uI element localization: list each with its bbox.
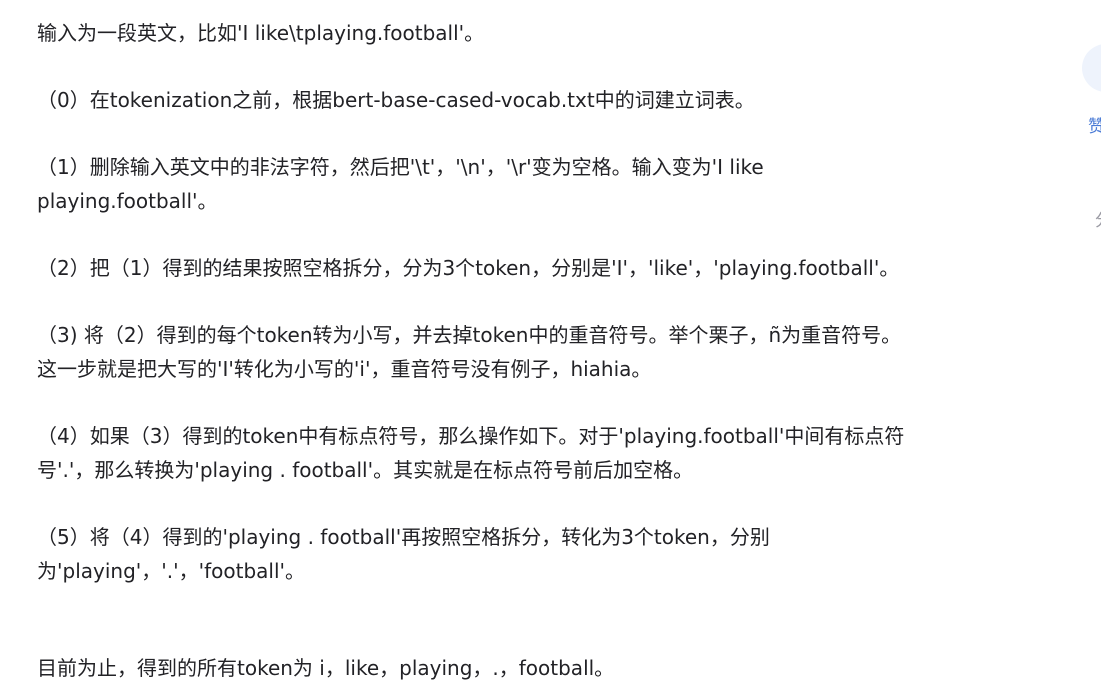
text-line: （1）删除输入英文中的非法字符，然后把'\t'，'\n'，'\r'变为空格。输入… xyxy=(37,155,764,179)
text-line: （2）把（1）得到的结果按照空格拆分，分为3个token，分别是'I'，'lik… xyxy=(37,256,900,280)
share-label[interactable]: 分 xyxy=(1095,206,1101,231)
article-body: 输入为一段英文，比如'I like\tplaying.football'。 （0… xyxy=(37,16,997,700)
text-line: 为'playing'，'.'，'football'。 xyxy=(37,559,306,583)
text-line: （0）在tokenization之前，根据bert-base-cased-voc… xyxy=(37,88,755,112)
like-label[interactable]: 赞 xyxy=(1088,112,1101,137)
paragraph-step-1: （1）删除输入英文中的非法字符，然后把'\t'，'\n'，'\r'变为空格。输入… xyxy=(37,150,997,218)
paragraph-intro: 输入为一段英文，比如'I like\tplaying.football'。 xyxy=(37,16,997,50)
text-line: （3) 将（2）得到的每个token转为小写，并去掉token中的重音符号。举个… xyxy=(37,323,902,347)
text-line: （5）将（4）得到的'playing . football'再按照空格拆分，转化… xyxy=(37,525,770,549)
paragraph-step-0: （0）在tokenization之前，根据bert-base-cased-voc… xyxy=(37,83,997,117)
paragraph-step-2: （2）把（1）得到的结果按照空格拆分，分为3个token，分别是'I'，'lik… xyxy=(37,251,997,285)
text-line: 号'.'，那么转换为'playing . football'。其实就是在标点符号… xyxy=(37,458,694,482)
text-line: 目前为止，得到的所有token为 i，like，playing，.，footba… xyxy=(37,656,615,680)
paragraph-summary: 目前为止，得到的所有token为 i，like，playing，.，footba… xyxy=(37,651,997,685)
text-line: 输入为一段英文，比如'I like\tplaying.football'。 xyxy=(37,21,485,45)
text-line: （4）如果（3）得到的token中有标点符号，那么操作如下。对于'playing… xyxy=(37,424,905,448)
paragraph-step-4: （4）如果（3）得到的token中有标点符号，那么操作如下。对于'playing… xyxy=(37,419,997,487)
action-sidebar: 赞 分 xyxy=(1082,0,1101,700)
text-line: playing.football'。 xyxy=(37,189,218,213)
paragraph-step-3: （3) 将（2）得到的每个token转为小写，并去掉token中的重音符号。举个… xyxy=(37,318,997,386)
text-line: 这一步就是把大写的'I'转化为小写的'i'，重音符号没有例子，hiahia。 xyxy=(37,357,652,381)
like-button[interactable] xyxy=(1082,44,1101,92)
paragraph-step-5: （5）将（4）得到的'playing . football'再按照空格拆分，转化… xyxy=(37,520,997,588)
